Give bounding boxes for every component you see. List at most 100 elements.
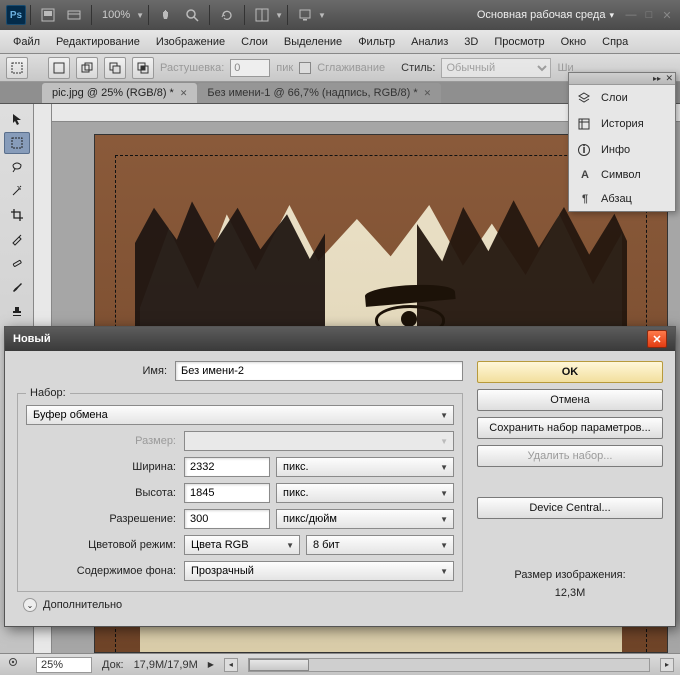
arrange-caret-icon[interactable]: ▼ — [275, 11, 283, 20]
ok-button[interactable]: OK — [477, 361, 663, 383]
tool-lasso-icon[interactable] — [4, 156, 30, 178]
width-label: Ширина: — [26, 461, 178, 473]
panels-collapse-icon[interactable]: ▸▸ — [653, 74, 661, 83]
width-unit-select[interactable]: пикс.▼ — [276, 457, 454, 477]
save-preset-button[interactable]: Сохранить набор параметров... — [477, 417, 663, 439]
arrange-docs-icon[interactable] — [251, 4, 273, 26]
tool-healing-icon[interactable] — [4, 252, 30, 274]
workspace-switcher[interactable]: Основная рабочая среда ▾ — [477, 9, 614, 21]
chevron-down-icon: ▼ — [440, 437, 448, 446]
height-unit-select[interactable]: пикс.▼ — [276, 483, 454, 503]
panel-item-info-label: Инфо — [601, 144, 630, 156]
h-scrollbar[interactable] — [248, 658, 650, 672]
app-zoom-value[interactable]: 100% — [102, 9, 130, 21]
menu-filter[interactable]: Фильтр — [351, 33, 402, 51]
panel-item-paragraph-label: Абзац — [601, 193, 632, 205]
status-zoom-input[interactable]: 25% — [36, 657, 92, 673]
preset-select[interactable]: Буфер обмена▼ — [26, 405, 454, 425]
menu-view[interactable]: Просмотр — [487, 33, 551, 51]
sel-mode-sub-icon[interactable] — [104, 57, 126, 79]
panel-item-paragraph[interactable]: ¶ Абзац — [569, 187, 675, 211]
window-maximize-icon[interactable]: □ — [642, 8, 656, 22]
window-minimize-icon[interactable]: — — [624, 8, 638, 22]
resolution-input[interactable] — [184, 509, 270, 529]
h-scrollbar-thumb[interactable] — [249, 659, 309, 671]
sel-mode-new-icon[interactable] — [48, 57, 70, 79]
status-icon[interactable] — [6, 657, 26, 673]
height-input[interactable] — [184, 483, 270, 503]
panels-close-icon[interactable]: ✕ — [665, 73, 673, 84]
doc-tab-2-close-icon[interactable]: ✕ — [424, 88, 432, 99]
name-label: Имя: — [17, 365, 169, 377]
dialog-title: Новый — [13, 333, 51, 345]
menu-window[interactable]: Окно — [554, 33, 594, 51]
doc-tab-2[interactable]: Без имени-1 @ 66,7% (надпись, RGB/8) * ✕ — [197, 83, 441, 103]
dialog-close-button[interactable]: ✕ — [647, 330, 667, 348]
menu-analysis[interactable]: Анализ — [404, 33, 455, 51]
workspace-label: Основная рабочая среда — [477, 9, 606, 21]
image-size-label: Размер изображения: — [477, 567, 663, 585]
tool-brush-icon[interactable] — [4, 276, 30, 298]
width-input[interactable] — [184, 457, 270, 477]
style-select[interactable]: Обычный — [441, 58, 551, 78]
menu-3d[interactable]: 3D — [457, 33, 485, 51]
doc-tab-1-close-icon[interactable]: ✕ — [180, 88, 188, 99]
color-mode-select[interactable]: Цвета RGB▼ — [184, 535, 300, 555]
zoom-tool-icon[interactable] — [181, 4, 203, 26]
background-select[interactable]: Прозрачный▼ — [184, 561, 454, 581]
character-icon: A — [577, 169, 593, 181]
panel-item-character[interactable]: A Символ — [569, 163, 675, 187]
cancel-button[interactable]: Отмена — [477, 389, 663, 411]
menu-image[interactable]: Изображение — [149, 33, 232, 51]
height-label: Высота: — [26, 487, 178, 499]
screen-mode-icon[interactable] — [294, 4, 316, 26]
current-tool-icon[interactable] — [6, 57, 28, 79]
delete-preset-button: Удалить набор... — [477, 445, 663, 467]
size-label: Размер: — [26, 435, 178, 447]
bridge-icon[interactable] — [37, 4, 59, 26]
advanced-toggle[interactable]: ⌄ Дополнительно — [17, 598, 463, 612]
chevron-down-icon: ▼ — [440, 515, 448, 524]
app-zoom-caret-icon[interactable]: ▼ — [136, 11, 144, 20]
menu-edit[interactable]: Редактирование — [49, 33, 147, 51]
dialog-titlebar[interactable]: Новый ✕ — [5, 327, 675, 351]
resolution-unit-select[interactable]: пикс/дюйм▼ — [276, 509, 454, 529]
background-label: Содержимое фона: — [26, 565, 178, 577]
menu-select[interactable]: Выделение — [277, 33, 349, 51]
tool-marquee-icon[interactable] — [4, 132, 30, 154]
sel-mode-intersect-icon[interactable] — [132, 57, 154, 79]
panel-item-history[interactable]: История — [569, 111, 675, 137]
tool-crop-icon[interactable] — [4, 204, 30, 226]
device-central-button[interactable]: Device Central... — [477, 497, 663, 519]
tool-stamp-icon[interactable] — [4, 300, 30, 322]
rotate-view-icon[interactable] — [216, 4, 238, 26]
preset-fieldset: Набор: Буфер обмена▼ Размер: ▼ Ширина: п… — [17, 387, 463, 592]
window-close-icon[interactable]: ✕ — [660, 8, 674, 22]
bit-depth-select[interactable]: 8 бит▼ — [306, 535, 454, 555]
doc-tab-1[interactable]: pic.jpg @ 25% (RGB/8) * ✕ — [42, 83, 197, 103]
panels-flyout-header[interactable]: ▸▸ ✕ — [569, 73, 675, 85]
tool-move-icon[interactable] — [4, 108, 30, 130]
status-doc-value: 17,9M/17,9M — [134, 659, 198, 671]
tool-eyedropper-icon[interactable] — [4, 228, 30, 250]
panel-item-info[interactable]: i Инфо — [569, 137, 675, 163]
hand-tool-icon[interactable] — [155, 4, 177, 26]
screen-mode-caret-icon[interactable]: ▼ — [318, 11, 326, 20]
app-logo-icon[interactable]: Ps — [6, 5, 26, 25]
sel-mode-add-icon[interactable] — [76, 57, 98, 79]
panel-item-layers[interactable]: Слои — [569, 85, 675, 111]
menu-layers[interactable]: Слои — [234, 33, 275, 51]
advanced-label: Дополнительно — [43, 599, 122, 611]
mini-bridge-icon[interactable] — [63, 4, 85, 26]
feather-unit: пик — [276, 62, 293, 74]
info-icon: i — [577, 143, 593, 157]
tool-wand-icon[interactable] — [4, 180, 30, 202]
name-input[interactable] — [175, 361, 463, 381]
status-info-caret-icon[interactable]: ▶ — [208, 660, 214, 669]
image-size-value: 12,3M — [477, 585, 663, 603]
scroll-left-icon[interactable]: ◂ — [224, 658, 238, 672]
scroll-right-icon[interactable]: ▸ — [660, 658, 674, 672]
menu-help[interactable]: Спра — [595, 33, 635, 51]
preset-label: Набор: — [26, 387, 70, 399]
menu-file[interactable]: Файл — [6, 33, 47, 51]
